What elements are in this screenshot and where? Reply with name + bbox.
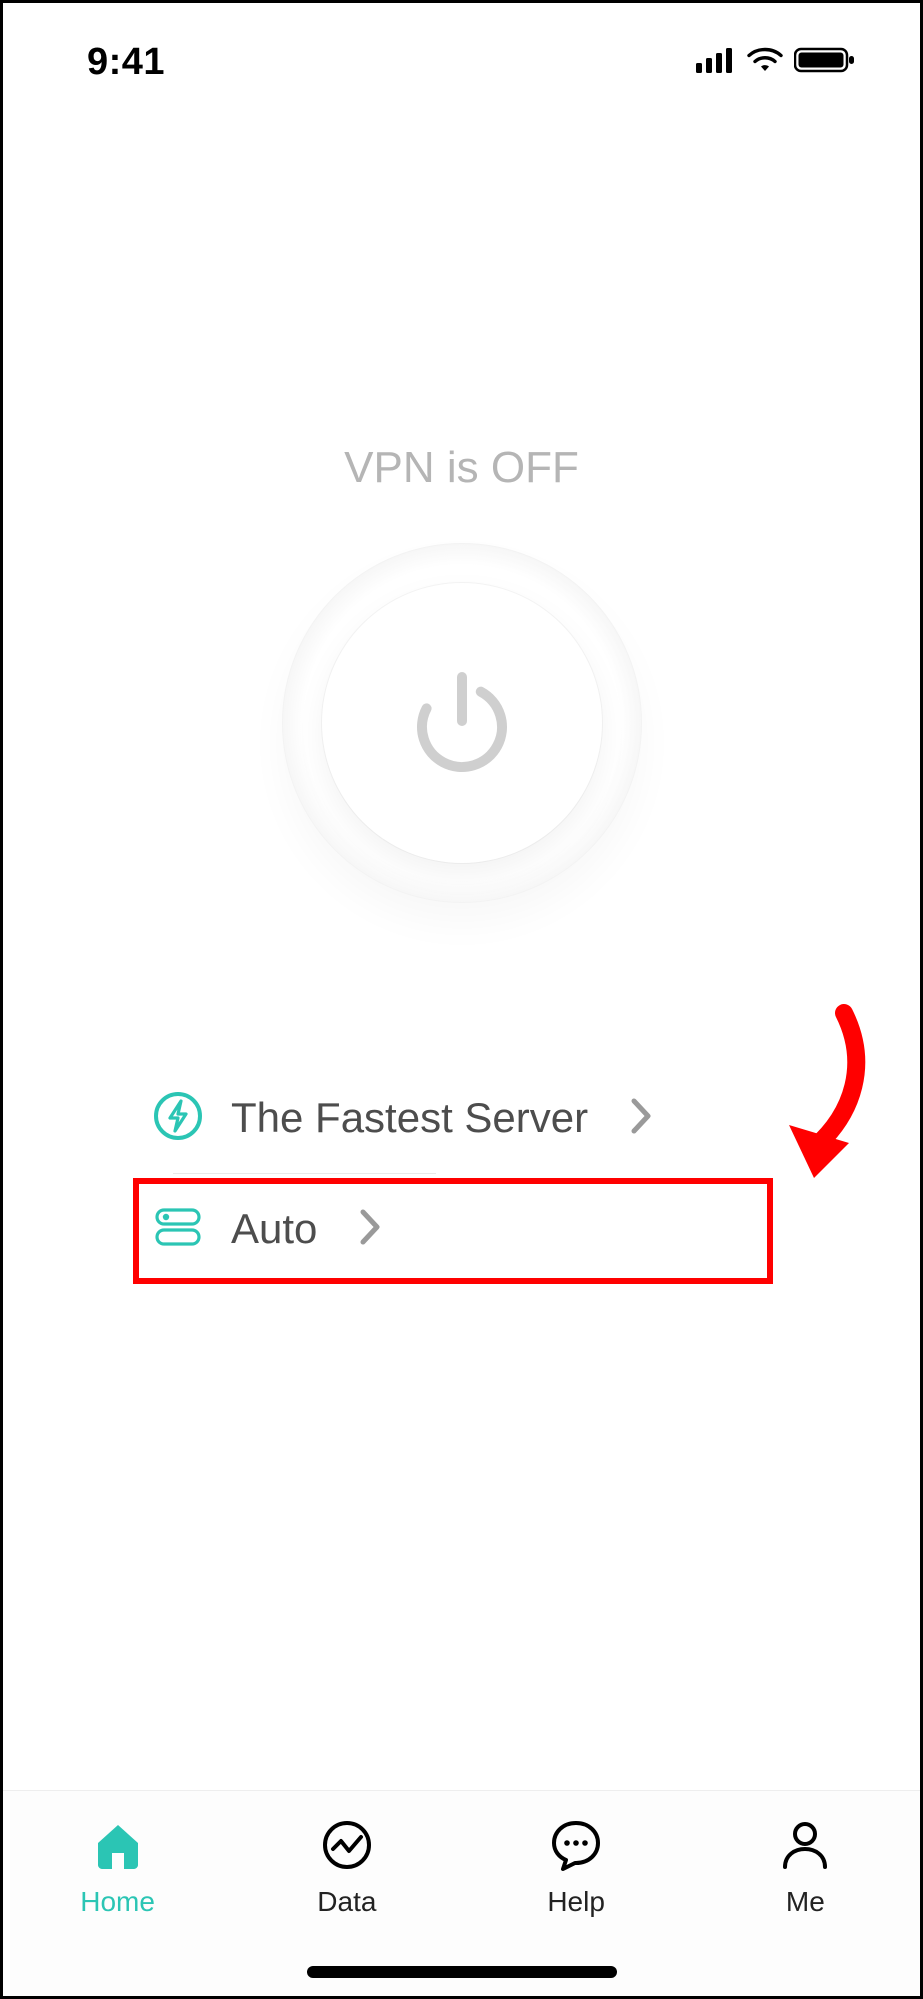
protocol-label: Auto [231,1205,317,1253]
tab-label: Home [80,1886,155,1918]
tab-label: Data [317,1886,376,1918]
chevron-right-icon [359,1208,383,1251]
device-frame: 9:41 [0,0,923,1999]
tab-label: Me [786,1886,825,1918]
data-icon [319,1817,375,1878]
tab-label: Help [547,1886,605,1918]
tab-data[interactable]: Data [257,1817,437,1918]
server-label: The Fastest Server [231,1094,588,1142]
protocol-selector[interactable]: Auto [133,1174,790,1284]
vpn-status-text: VPN is OFF [3,443,920,493]
tab-help[interactable]: Help [486,1817,666,1918]
server-selector[interactable]: The Fastest Server [133,1063,790,1173]
connection-options: The Fastest Server Auto [133,1063,790,1284]
power-icon [402,663,522,783]
home-icon [90,1817,146,1878]
home-indicator[interactable] [307,1966,617,1978]
lightning-icon [153,1091,203,1146]
user-icon [777,1817,833,1878]
chevron-right-icon [630,1097,654,1140]
toggles-icon [153,1202,203,1257]
main-content: VPN is OFF [3,3,920,1996]
tab-home[interactable]: Home [28,1817,208,1918]
tab-me[interactable]: Me [715,1817,895,1918]
help-icon [548,1817,604,1878]
vpn-power-button[interactable] [282,543,642,903]
